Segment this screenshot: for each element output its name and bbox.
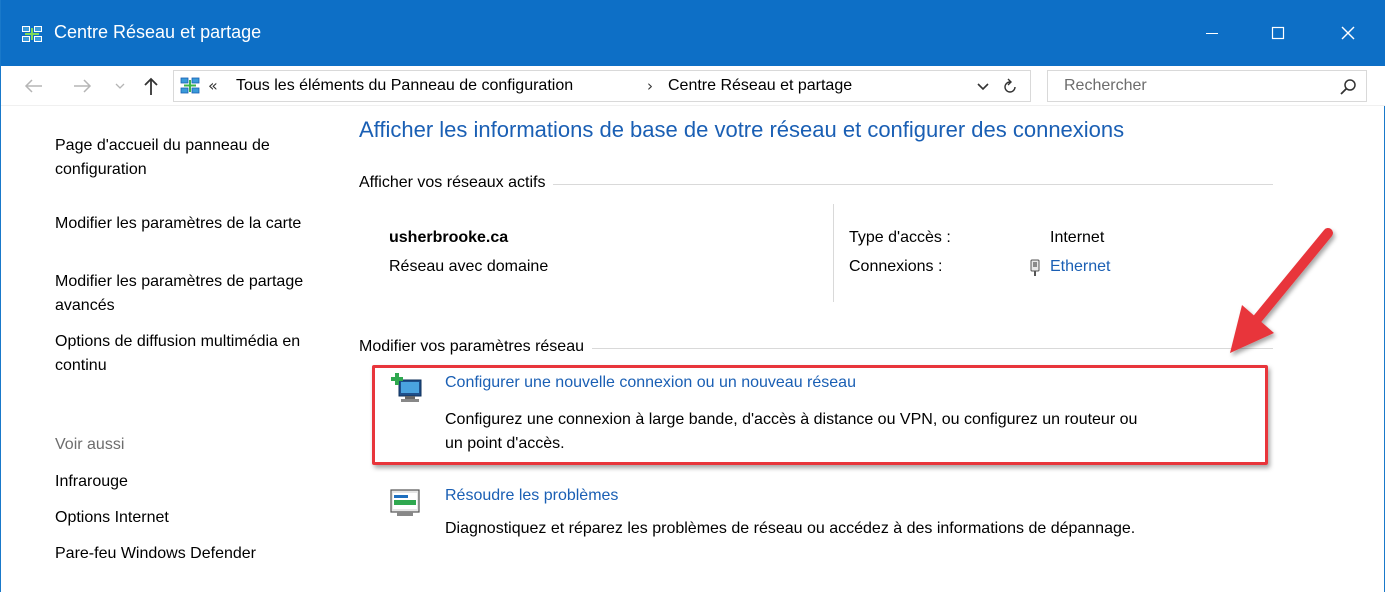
network-sharing-center-window: Centre Réseau et partage « Tous les élém… — [0, 0, 1385, 592]
search-input[interactable] — [1048, 71, 1328, 101]
close-button[interactable] — [1313, 0, 1383, 66]
breadcrumb-control-panel[interactable]: Tous les éléments du Panneau de configur… — [236, 77, 573, 95]
minimize-icon — [1206, 33, 1218, 34]
network-app-icon — [22, 26, 42, 42]
title-bar[interactable]: Centre Réseau et partage — [1, 0, 1385, 66]
address-dropdown-icon[interactable] — [974, 77, 992, 95]
arrow-left-icon — [24, 79, 42, 93]
see-also-infrared[interactable]: Infrarouge — [55, 470, 325, 494]
breadcrumb-overflow[interactable]: « — [208, 76, 218, 95]
access-type-label: Type d'accès : — [849, 229, 951, 246]
minimize-button[interactable] — [1177, 0, 1247, 66]
address-box[interactable]: « Tous les éléments du Panneau de config… — [173, 70, 1031, 102]
access-type-value: Internet — [1050, 229, 1105, 246]
see-also-heading: Voir aussi — [55, 436, 125, 453]
refresh-icon[interactable] — [1000, 77, 1020, 97]
sidebar-link-media-streaming[interactable]: Options de diffusion multimédia en conti… — [55, 330, 325, 378]
network-location-icon — [180, 77, 200, 94]
network-category: Réseau avec domaine — [389, 258, 549, 275]
active-networks-heading: Afficher vos réseaux actifs — [359, 174, 554, 192]
troubleshoot-desc: Diagnostiquez et réparez les problèmes d… — [445, 520, 1136, 537]
network-name: usherbrooke.ca — [389, 229, 509, 246]
sidebar-link-advanced-sharing[interactable]: Modifier les paramètres de partage avanc… — [55, 270, 325, 318]
window-title: Centre Réseau et partage — [54, 22, 262, 42]
maximize-icon — [1271, 26, 1285, 40]
breadcrumb-separator[interactable]: › — [647, 77, 653, 95]
forward-button[interactable] — [71, 74, 93, 98]
network-info-divider — [833, 204, 834, 302]
ethernet-icon — [1030, 259, 1040, 276]
annotation-arrow-icon — [1230, 228, 1333, 353]
maximize-button[interactable] — [1243, 0, 1313, 66]
sidebar-link-adapter-settings[interactable]: Modifier les paramètres de la carte — [55, 212, 325, 236]
see-also-internet-options[interactable]: Options Internet — [55, 506, 325, 530]
close-icon — [1341, 26, 1355, 40]
recent-locations-button[interactable] — [113, 74, 127, 98]
chevron-down-icon — [115, 83, 125, 89]
arrow-right-icon — [74, 79, 92, 93]
ethernet-connection-link[interactable]: Ethernet — [1050, 258, 1110, 276]
sidebar-link-control-panel-home[interactable]: Page d'accueil du panneau de configurati… — [55, 134, 325, 182]
highlight-annotation-box — [372, 365, 1268, 465]
see-also-firewall[interactable]: Pare-feu Windows Defender — [55, 542, 325, 566]
breadcrumb-network-center[interactable]: Centre Réseau et partage — [668, 77, 852, 95]
up-button[interactable] — [141, 74, 161, 98]
back-button[interactable] — [23, 74, 45, 98]
connections-label: Connexions : — [849, 258, 943, 275]
troubleshoot-link[interactable]: Résoudre les problèmes — [445, 487, 618, 505]
arrow-up-icon — [144, 77, 158, 95]
page-title: Afficher les informations de base de vot… — [359, 117, 1125, 142]
search-box[interactable] — [1047, 70, 1367, 102]
change-settings-heading: Modifier vos paramètres réseau — [359, 338, 592, 356]
search-icon[interactable] — [1338, 77, 1358, 97]
troubleshoot-icon — [390, 489, 420, 516]
